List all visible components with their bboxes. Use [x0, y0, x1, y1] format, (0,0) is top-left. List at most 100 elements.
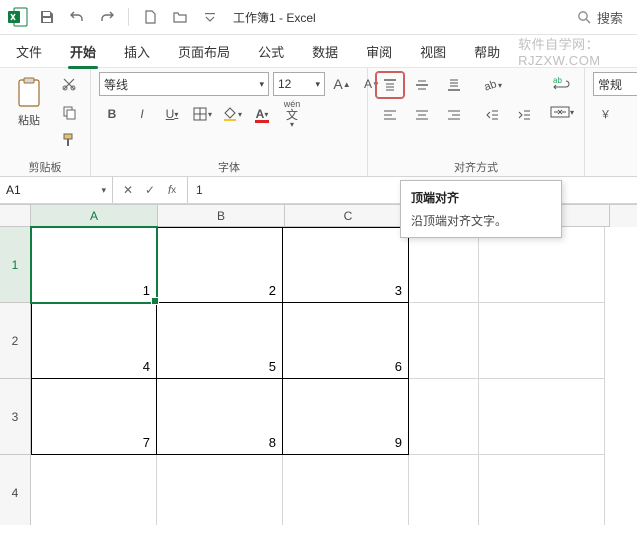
row-header-3[interactable]: 3: [0, 379, 31, 455]
titlebar: 工作簿1 - Excel 搜索: [0, 0, 637, 35]
format-painter-icon[interactable]: [56, 128, 82, 152]
tab-review[interactable]: 审阅: [356, 36, 402, 67]
redo-icon[interactable]: [94, 4, 120, 30]
search-box[interactable]: 搜索: [569, 4, 631, 31]
tab-view[interactable]: 视图: [410, 36, 456, 67]
cell-B2[interactable]: 5: [157, 303, 283, 379]
ribbon: 粘贴 剪贴板 等线 ▾: [0, 67, 637, 177]
cell-E3[interactable]: [479, 379, 605, 455]
group-label-clipboard: 剪贴板: [8, 158, 82, 176]
cell-C1[interactable]: 3: [283, 227, 409, 303]
orientation-button[interactable]: ab▾: [478, 72, 506, 98]
col-header-B[interactable]: B: [158, 205, 285, 227]
confirm-edit-icon[interactable]: ✓: [141, 181, 159, 199]
select-all-corner[interactable]: [0, 205, 31, 227]
tab-file[interactable]: 文件: [6, 36, 52, 67]
cell-B4[interactable]: [157, 455, 283, 525]
italic-icon[interactable]: I: [129, 102, 155, 126]
increase-font-icon[interactable]: A▲: [329, 72, 355, 96]
cell-B1[interactable]: 2: [157, 227, 283, 303]
phonetic-icon[interactable]: wén文▾: [279, 102, 305, 126]
font-size-combo[interactable]: 12 ▾: [273, 72, 325, 96]
ribbon-group-number: 常规 ￥: [585, 68, 637, 176]
qat-more-icon[interactable]: [197, 4, 223, 30]
svg-text:￥: ￥: [600, 109, 611, 121]
row-3: 3 7 8 9: [0, 379, 637, 455]
row-header-4[interactable]: 4: [0, 455, 31, 525]
merge-center-button[interactable]: ▾: [548, 100, 576, 124]
cancel-edit-icon[interactable]: ✕: [119, 181, 137, 199]
tab-insert[interactable]: 插入: [114, 36, 160, 67]
svg-text:ab: ab: [483, 78, 498, 93]
cell-B3[interactable]: 8: [157, 379, 283, 455]
new-file-icon[interactable]: [137, 4, 163, 30]
align-left-button[interactable]: [376, 102, 404, 128]
col-header-A[interactable]: A: [31, 205, 158, 227]
name-box-value: A1: [6, 183, 21, 197]
cell-C4[interactable]: [283, 455, 409, 525]
group-label-font: 字体: [99, 158, 359, 176]
align-bottom-button[interactable]: [440, 72, 468, 98]
group-label-number: [593, 158, 637, 176]
tab-help[interactable]: 帮助: [464, 36, 510, 67]
cut-icon[interactable]: [56, 72, 82, 96]
cell-D1[interactable]: [409, 227, 479, 303]
underline-icon[interactable]: U ▾: [159, 102, 185, 126]
cell-A1[interactable]: 1: [31, 227, 157, 303]
undo-icon[interactable]: [64, 4, 90, 30]
cell-E4[interactable]: [479, 455, 605, 525]
row-header-1[interactable]: 1: [0, 227, 31, 303]
font-color-icon[interactable]: A ▾: [249, 102, 275, 126]
tooltip-top-align: 顶端对齐 沿顶端对齐文字。: [400, 180, 562, 238]
fill-handle[interactable]: [151, 297, 159, 305]
ribbon-group-clipboard: 粘贴 剪贴板: [0, 68, 91, 176]
group-label-alignment: 对齐方式: [376, 158, 576, 176]
align-middle-button[interactable]: [408, 72, 436, 98]
cell-E2[interactable]: [479, 303, 605, 379]
cell-D3[interactable]: [409, 379, 479, 455]
cell-E1[interactable]: [479, 227, 605, 303]
row-4: 4: [0, 455, 637, 525]
align-top-button[interactable]: [376, 72, 404, 98]
increase-indent-button[interactable]: [510, 102, 538, 128]
font-size-value: 12: [278, 77, 291, 91]
wrap-text-button[interactable]: ab: [548, 72, 576, 96]
tab-formula[interactable]: 公式: [248, 36, 294, 67]
formula-value: 1: [196, 183, 203, 197]
cell-A2[interactable]: 4: [31, 303, 157, 379]
copy-icon[interactable]: [56, 100, 82, 124]
paste-label: 粘贴: [18, 112, 40, 128]
cell-C3[interactable]: 9: [283, 379, 409, 455]
tooltip-title: 顶端对齐: [411, 189, 551, 206]
align-center-button[interactable]: [408, 102, 436, 128]
tab-data[interactable]: 数据: [302, 36, 348, 67]
ribbon-tabs: 文件 开始 插入 页面布局 公式 数据 审阅 视图 帮助 软件自学网：RJZXW…: [0, 35, 637, 67]
number-format-combo[interactable]: 常规: [593, 72, 637, 96]
save-icon[interactable]: [34, 4, 60, 30]
cell-A3[interactable]: 7: [31, 379, 157, 455]
font-name-combo[interactable]: 等线 ▾: [99, 72, 269, 96]
open-file-icon[interactable]: [167, 4, 193, 30]
col-header-C[interactable]: C: [285, 205, 412, 227]
cell-D4[interactable]: [409, 455, 479, 525]
tooltip-body: 沿顶端对齐文字。: [411, 212, 551, 229]
cell-A4[interactable]: [31, 455, 157, 525]
align-right-button[interactable]: [440, 102, 468, 128]
separator: [128, 8, 129, 26]
bold-icon[interactable]: B: [99, 102, 125, 126]
row-header-2[interactable]: 2: [0, 303, 31, 379]
decrease-indent-button[interactable]: [478, 102, 506, 128]
tab-layout[interactable]: 页面布局: [168, 36, 240, 67]
borders-icon[interactable]: ▾: [189, 102, 215, 126]
cell-C2[interactable]: 6: [283, 303, 409, 379]
cell-D2[interactable]: [409, 303, 479, 379]
fx-icon[interactable]: fx: [163, 181, 181, 199]
search-placeholder: 搜索: [597, 8, 623, 27]
paste-button[interactable]: 粘贴: [8, 72, 50, 128]
ribbon-group-alignment: ab▾ ab ▾: [368, 68, 585, 176]
name-box[interactable]: A1 ▾: [0, 177, 113, 203]
fill-color-icon[interactable]: ▾: [219, 102, 245, 126]
tab-home[interactable]: 开始: [60, 36, 106, 67]
font-name-value: 等线: [104, 76, 128, 93]
accounting-format-icon[interactable]: ￥: [593, 102, 619, 126]
